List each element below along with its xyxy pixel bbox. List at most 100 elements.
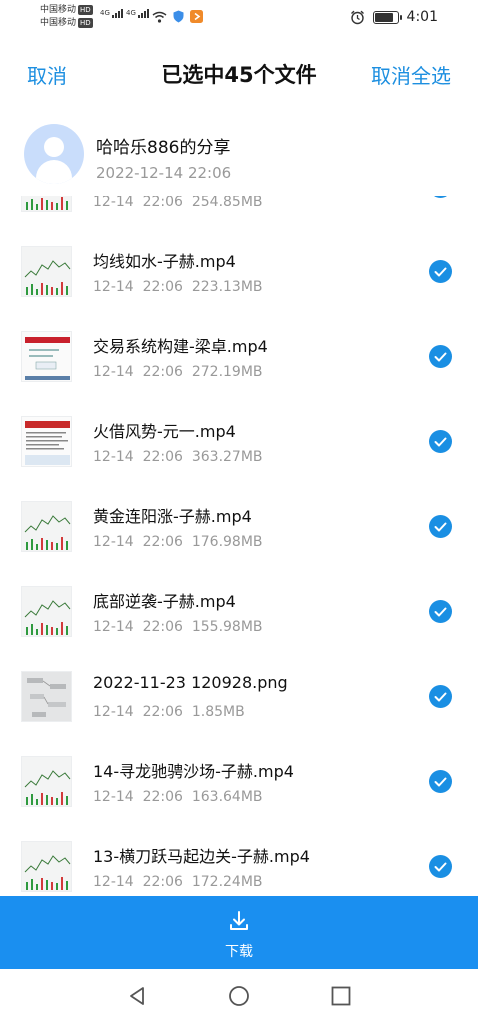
file-meta: 12-14 22:06 363.27MB (93, 449, 263, 465)
file-row[interactable]: 2022-11-23 120928.png 12-14 22:06 1.85MB (0, 654, 478, 739)
slide-icon (22, 332, 71, 381)
status-bar: 中国移动 HD 中国移动 HD 4G 4G 4:01 (0, 0, 478, 40)
download-icon (230, 911, 248, 930)
check-icon (434, 692, 447, 701)
file-meta: 12-14 22:06 1.85MB (93, 704, 245, 720)
selected-checkbox[interactable] (429, 770, 452, 793)
file-thumbnail (21, 246, 72, 297)
chart-icon (22, 247, 71, 296)
alarm-icon (350, 10, 364, 24)
file-time: 12-14 22:06 (93, 364, 183, 380)
carrier-2: 中国移动 (40, 18, 77, 28)
hd-badge: HD (78, 5, 93, 15)
home-icon[interactable] (228, 985, 250, 1007)
recents-icon[interactable] (330, 985, 352, 1007)
file-thumbnail (21, 196, 72, 212)
file-name: 14-寻龙驰骋沙场-子赫.mp4 (93, 762, 294, 781)
file-thumbnail (21, 841, 72, 892)
file-row[interactable]: 底部逆袭-子赫.mp4 12-14 22:06 155.98MB (0, 569, 478, 654)
selected-checkbox[interactable] (429, 345, 452, 368)
file-name: 黄金连阳涨-子赫.mp4 (93, 507, 252, 526)
carrier-info: 中国移动 HD 中国移动 HD (40, 4, 93, 30)
clock: 4:01 (406, 9, 438, 25)
selected-checkbox[interactable] (429, 600, 452, 623)
file-row[interactable]: 火借风势-元一.mp4 12-14 22:06 363.27MB (0, 399, 478, 484)
file-thumbnail (21, 501, 72, 552)
check-icon (434, 267, 447, 276)
file-time: 12-14 22:06 (93, 279, 183, 295)
check-icon (434, 437, 447, 446)
file-list[interactable]: 12-14 22:06 254.85MB 均线如水-子赫.mp4 12-14 22:… (0, 196, 478, 896)
deselect-all-button[interactable]: 取消全选 (371, 60, 451, 89)
file-meta: 12-14 22:06 155.98MB (93, 619, 263, 635)
chart-icon (22, 587, 71, 636)
file-meta: 12-14 22:06 272.19MB (93, 364, 263, 380)
file-thumbnail (21, 671, 72, 722)
file-meta: 12-14 22:06 223.13MB (93, 279, 263, 295)
signal-icon: 4G (100, 9, 124, 18)
download-label: 下载 (225, 944, 253, 960)
check-icon (434, 607, 447, 616)
check-icon (434, 862, 447, 871)
sharer-name: 哈哈乐886的分享 (96, 138, 231, 158)
document-icon (22, 417, 71, 466)
back-icon[interactable] (126, 985, 148, 1007)
image-icon (22, 672, 71, 721)
file-row[interactable]: 黄金连阳涨-子赫.mp4 12-14 22:06 176.98MB (0, 484, 478, 569)
file-row[interactable]: 交易系统构建-梁卓.mp4 12-14 22:06 272.19MB (0, 314, 478, 399)
share-info: 哈哈乐886的分享 2022-12-14 22:06 (0, 118, 478, 196)
file-meta: 12-14 22:06 163.64MB (93, 789, 263, 805)
selected-checkbox[interactable] (429, 515, 452, 538)
avatar (24, 124, 84, 184)
battery-icon (372, 10, 402, 24)
check-icon (434, 777, 447, 786)
selected-checkbox[interactable] (429, 260, 452, 283)
file-name: 2022-11-23 120928.png (93, 673, 288, 692)
file-time: 12-14 22:06 (93, 874, 183, 890)
check-icon (434, 352, 447, 361)
file-size: 163.64MB (191, 789, 263, 805)
signal-icon: 4G (126, 9, 150, 18)
selected-checkbox[interactable] (429, 196, 452, 198)
file-time: 12-14 22:06 (93, 534, 183, 550)
chart-icon (22, 757, 71, 806)
app-notification-icon (190, 10, 203, 23)
share-time: 2022-12-14 22:06 (96, 164, 232, 182)
file-thumbnail (21, 416, 72, 467)
file-name: 均线如水-子赫.mp4 (93, 252, 236, 271)
file-time: 12-14 22:06 (93, 704, 183, 720)
chart-icon (22, 196, 71, 211)
file-name: 13-横刀跃马起边关-子赫.mp4 (93, 847, 310, 866)
selected-checkbox[interactable] (429, 430, 452, 453)
file-time: 12-14 22:06 (93, 789, 183, 805)
file-size: 223.13MB (191, 279, 263, 295)
chart-icon (22, 502, 71, 551)
file-size: 272.19MB (191, 364, 263, 380)
carrier-1: 中国移动 (40, 5, 77, 15)
chart-icon (22, 842, 71, 891)
file-time: 12-14 22:06 (93, 196, 183, 210)
file-size: 172.24MB (191, 874, 263, 890)
selected-checkbox[interactable] (429, 685, 452, 708)
shield-icon (173, 10, 184, 23)
file-name: 火借风势-元一.mp4 (93, 422, 236, 441)
file-size: 155.98MB (191, 619, 263, 635)
hd-badge: HD (78, 18, 93, 28)
file-meta: 12-14 22:06 254.85MB (93, 196, 263, 210)
file-size: 176.98MB (191, 534, 263, 550)
selected-checkbox[interactable] (429, 855, 452, 878)
selection-header: 取消 已选中45个文件 取消全选 (0, 50, 478, 96)
file-row[interactable]: 14-寻龙驰骋沙场-子赫.mp4 12-14 22:06 163.64MB (0, 739, 478, 824)
download-button[interactable]: 下载 (0, 896, 478, 969)
file-time: 12-14 22:06 (93, 619, 183, 635)
file-name: 底部逆袭-子赫.mp4 (93, 592, 236, 611)
file-row[interactable]: 13-横刀跃马起边关-子赫.mp4 12-14 22:06 172.24MB (0, 824, 478, 896)
check-icon (434, 522, 447, 531)
file-row[interactable]: 均线如水-子赫.mp4 12-14 22:06 223.13MB (0, 229, 478, 314)
file-size: 254.85MB (191, 196, 263, 210)
file-meta: 12-14 22:06 176.98MB (93, 534, 263, 550)
file-row[interactable]: 12-14 22:06 254.85MB (0, 196, 478, 229)
system-nav-bar (0, 969, 478, 1024)
file-size: 363.27MB (191, 449, 263, 465)
wifi-icon (152, 11, 167, 23)
